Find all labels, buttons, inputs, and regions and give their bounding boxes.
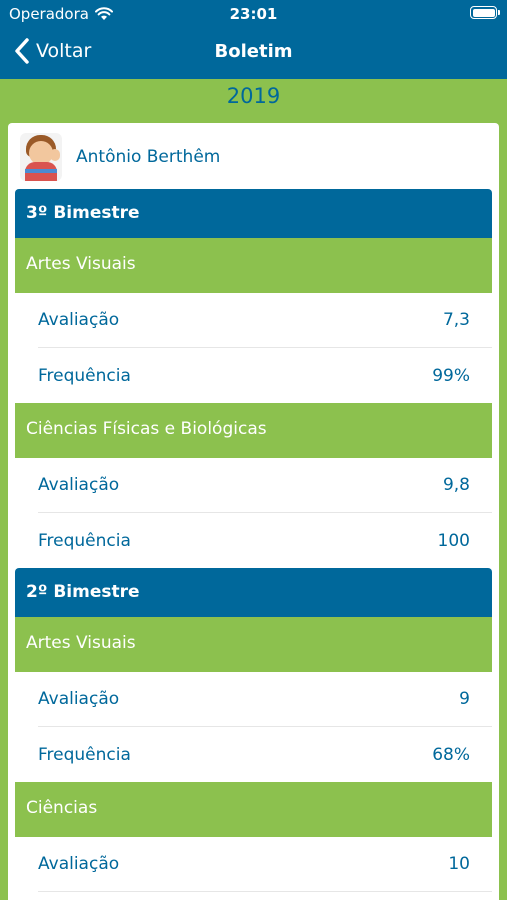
top-bar: Operadora 23:01 Voltar Boletim: [0, 0, 507, 79]
subject-header: Artes Visuais: [15, 617, 492, 672]
student-name: Antônio Berthêm: [76, 147, 221, 167]
report-card: Antônio Berthêm 3º Bimestre Artes Visuai…: [8, 123, 499, 900]
metric-value: 68%: [432, 744, 470, 765]
subject-header: Ciências Físicas e Biológicas: [15, 403, 492, 458]
attendance-row: Frequência 100: [38, 513, 492, 568]
metric-label: Frequência: [38, 530, 131, 551]
grade-row: Avaliação 9,8: [38, 458, 492, 513]
battery-icon: [470, 6, 500, 19]
subject-header: Artes Visuais: [15, 238, 492, 293]
status-time: 23:01: [229, 5, 278, 23]
avatar: [20, 133, 62, 181]
student-header: Antônio Berthêm: [20, 133, 220, 181]
page-title: Boletim: [214, 41, 293, 62]
navigation-bar: Voltar Boletim: [0, 28, 507, 79]
year-label: 2019: [226, 84, 281, 108]
metric-label: Frequência: [38, 365, 131, 386]
metric-label: Avaliação: [38, 310, 120, 330]
metric-value: 7,3: [442, 310, 470, 330]
grades-list[interactable]: 3º Bimestre Artes Visuais Avaliação 7,3 …: [15, 189, 492, 892]
metric-value: 100: [437, 530, 470, 551]
status-bar: Operadora 23:01: [0, 0, 507, 28]
grade-row: Avaliação 9: [38, 672, 492, 727]
metric-label: Frequência: [38, 744, 131, 765]
metric-label: Avaliação: [38, 689, 120, 709]
metric-label: Avaliação: [38, 475, 120, 495]
grade-row: Avaliação 10: [38, 837, 492, 892]
bimestre-header: 3º Bimestre: [15, 189, 492, 238]
metric-value: 99%: [432, 365, 470, 386]
subject-header: Ciências: [15, 782, 492, 837]
grade-row: Avaliação 7,3: [38, 293, 492, 348]
metric-value: 9: [459, 689, 470, 709]
attendance-row: Frequência 99%: [38, 348, 492, 403]
metric-label: Avaliação: [38, 854, 120, 874]
attendance-row: Frequência 68%: [38, 727, 492, 782]
metric-value: 9,8: [442, 475, 470, 495]
bimestre-header: 2º Bimestre: [15, 568, 492, 617]
metric-value: 10: [448, 854, 470, 874]
